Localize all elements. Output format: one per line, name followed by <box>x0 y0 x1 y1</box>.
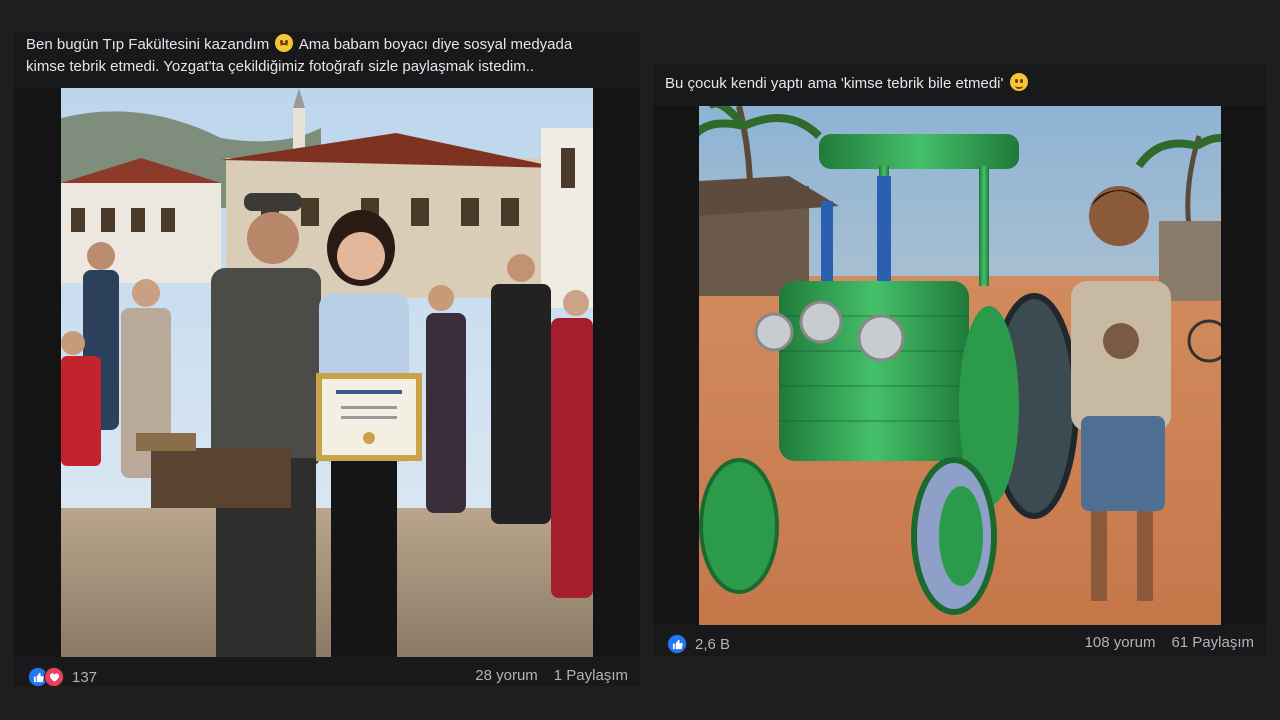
caption-text: Bu çocuk kendi yaptı ama 'kimse tebrik b… <box>665 75 1004 92</box>
bottle-tractor-illustration <box>699 106 1221 625</box>
comments-link[interactable]: 28 yorum <box>475 667 538 684</box>
shares-link[interactable]: 1 Paylaşım <box>554 667 628 684</box>
post-caption: Bu çocuk kendi yaptı ama 'kimse tebrik b… <box>665 73 1255 95</box>
disappointed-face-emoji-icon <box>1009 73 1028 91</box>
like-icon <box>667 634 687 654</box>
post-stats: 108 yorum 61 Paylaşım <box>1085 634 1254 651</box>
post-card-1: Ben bugün Tıp Fakültesini kazandım Ama b… <box>14 32 640 687</box>
comments-link[interactable]: 108 yorum <box>1085 634 1156 651</box>
caption-line-2: kimse tebrik etmedi. Yozgat'ta çekildiği… <box>26 58 535 75</box>
post-footer: 2,6 B 108 yorum 61 Paylaşım <box>653 627 1266 657</box>
post-stats: 28 yorum 1 Paylaşım <box>475 667 628 684</box>
post-card-2: Bu çocuk kendi yaptı ama 'kimse tebrik b… <box>653 64 1266 657</box>
post-footer: 137 28 yorum 1 Paylaşım <box>14 660 640 690</box>
caption-line-1-tail: Ama babam boyacı diye sosyal medyada <box>298 36 573 53</box>
reactions-summary[interactable]: 137 <box>28 667 97 687</box>
reaction-count: 137 <box>72 668 98 686</box>
love-icon <box>44 667 64 687</box>
post-media[interactable] <box>653 106 1266 625</box>
graduation-photo-illustration <box>61 88 593 657</box>
post-caption: Ben bugün Tıp Fakültesini kazandım Ama b… <box>26 34 631 78</box>
reaction-count: 2,6 B <box>695 635 731 653</box>
post-media[interactable] <box>14 88 640 657</box>
shares-link[interactable]: 61 Paylaşım <box>1171 634 1254 651</box>
reactions-summary[interactable]: 2,6 B <box>667 634 730 654</box>
bottle-tractor-photo[interactable] <box>699 106 1221 625</box>
caption-line-1: Ben bugün Tıp Fakültesini kazandım <box>26 36 270 53</box>
worried-face-emoji-icon <box>275 34 294 52</box>
graduation-photo[interactable] <box>61 88 593 657</box>
